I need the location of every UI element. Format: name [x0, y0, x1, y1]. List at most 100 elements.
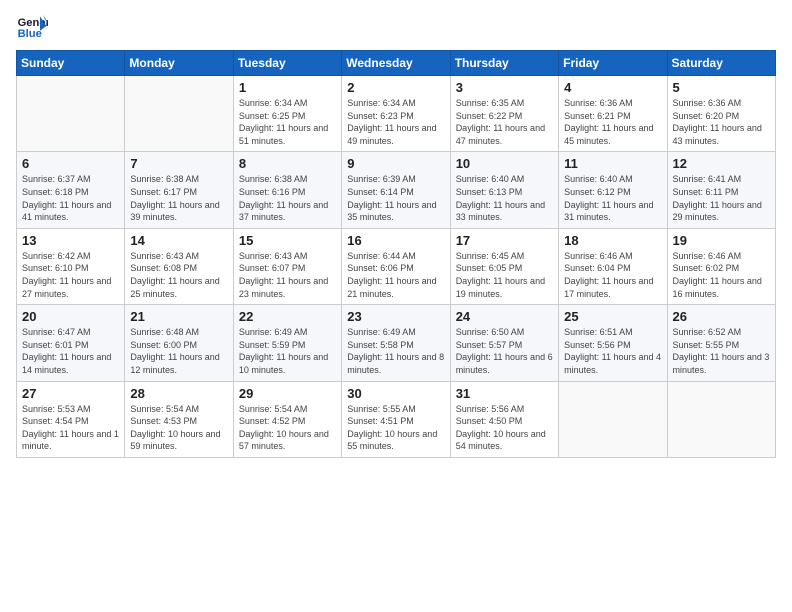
week-row-4: 20 Sunrise: 6:47 AMSunset: 6:01 PMDayligh…: [17, 305, 776, 381]
day-cell: 2Sunrise: 6:34 AMSunset: 6:23 PMDaylight…: [342, 76, 450, 152]
day-cell: [125, 76, 233, 152]
day-number: 6: [22, 156, 119, 171]
day-cell: [17, 76, 125, 152]
day-number: 13: [22, 233, 119, 248]
day-cell: 17 Sunrise: 6:45 AMSunset: 6:05 PMDayligh…: [450, 228, 558, 304]
weekday-header-wednesday: Wednesday: [342, 51, 450, 76]
day-info: Sunrise: 6:41 AMSunset: 6:11 PMDaylight:…: [673, 173, 770, 223]
day-info: Sunrise: 6:50 AMSunset: 5:57 PMDaylight:…: [456, 326, 553, 376]
day-number: 30: [347, 386, 444, 401]
day-info: Sunrise: 6:39 AMSunset: 6:14 PMDaylight:…: [347, 173, 444, 223]
day-info: Sunrise: 6:43 AMSunset: 6:08 PMDaylight:…: [130, 250, 227, 300]
weekday-header-friday: Friday: [559, 51, 667, 76]
week-row-2: 6 Sunrise: 6:37 AMSunset: 6:18 PMDaylight…: [17, 152, 776, 228]
day-number: 25: [564, 309, 661, 324]
svg-text:Blue: Blue: [18, 28, 42, 40]
day-number: 20: [22, 309, 119, 324]
day-number: 17: [456, 233, 553, 248]
weekday-header-saturday: Saturday: [667, 51, 775, 76]
weekday-header-thursday: Thursday: [450, 51, 558, 76]
weekday-header-sunday: Sunday: [17, 51, 125, 76]
day-cell: 4Sunrise: 6:36 AMSunset: 6:21 PMDaylight…: [559, 76, 667, 152]
day-number: 28: [130, 386, 227, 401]
day-number: 21: [130, 309, 227, 324]
day-cell: 5 Sunrise: 6:36 AMSunset: 6:20 PMDaylight…: [667, 76, 775, 152]
day-info: Sunrise: 6:40 AMSunset: 6:12 PMDaylight:…: [564, 173, 661, 223]
day-info: Sunrise: 5:55 AMSunset: 4:51 PMDaylight:…: [347, 403, 444, 453]
day-info: Sunrise: 6:40 AMSunset: 6:13 PMDaylight:…: [456, 173, 553, 223]
logo-icon: General Blue: [16, 10, 48, 42]
day-number: 15: [239, 233, 336, 248]
day-number: 11: [564, 156, 661, 171]
day-number: 16: [347, 233, 444, 248]
day-cell: 14 Sunrise: 6:43 AMSunset: 6:08 PMDayligh…: [125, 228, 233, 304]
calendar-page: General Blue SundayMondayTuesdayWednesda…: [0, 0, 792, 612]
day-info: Sunrise: 6:35 AMSunset: 6:22 PMDaylight:…: [456, 97, 553, 147]
day-cell: 20 Sunrise: 6:47 AMSunset: 6:01 PMDayligh…: [17, 305, 125, 381]
day-info: Sunrise: 6:43 AMSunset: 6:07 PMDaylight:…: [239, 250, 336, 300]
day-cell: 11 Sunrise: 6:40 AMSunset: 6:12 PMDayligh…: [559, 152, 667, 228]
day-number: 2: [347, 80, 444, 95]
day-cell: [667, 381, 775, 457]
day-info: Sunrise: 6:46 AMSunset: 6:04 PMDaylight:…: [564, 250, 661, 300]
day-number: 7: [130, 156, 227, 171]
day-cell: 25Sunrise: 6:51 AMSunset: 5:56 PMDayligh…: [559, 305, 667, 381]
day-cell: 31Sunrise: 5:56 AMSunset: 4:50 PMDayligh…: [450, 381, 558, 457]
day-info: Sunrise: 6:45 AMSunset: 6:05 PMDaylight:…: [456, 250, 553, 300]
day-info: Sunrise: 6:38 AMSunset: 6:17 PMDaylight:…: [130, 173, 227, 223]
logo: General Blue: [16, 10, 52, 42]
day-info: Sunrise: 6:42 AMSunset: 6:10 PMDaylight:…: [22, 250, 119, 300]
day-cell: 23Sunrise: 6:49 AMSunset: 5:58 PMDayligh…: [342, 305, 450, 381]
day-cell: 3 Sunrise: 6:35 AMSunset: 6:22 PMDaylight…: [450, 76, 558, 152]
day-number: 18: [564, 233, 661, 248]
day-cell: [559, 381, 667, 457]
day-info: Sunrise: 5:53 AMSunset: 4:54 PMDaylight:…: [22, 403, 119, 453]
day-info: Sunrise: 6:38 AMSunset: 6:16 PMDaylight:…: [239, 173, 336, 223]
day-number: 31: [456, 386, 553, 401]
day-number: 12: [673, 156, 770, 171]
day-number: 3: [456, 80, 553, 95]
day-cell: 6 Sunrise: 6:37 AMSunset: 6:18 PMDaylight…: [17, 152, 125, 228]
day-cell: 27Sunrise: 5:53 AMSunset: 4:54 PMDayligh…: [17, 381, 125, 457]
day-number: 19: [673, 233, 770, 248]
day-info: Sunrise: 6:52 AMSunset: 5:55 PMDaylight:…: [673, 326, 770, 376]
day-cell: 7 Sunrise: 6:38 AMSunset: 6:17 PMDaylight…: [125, 152, 233, 228]
day-number: 8: [239, 156, 336, 171]
day-cell: 28Sunrise: 5:54 AMSunset: 4:53 PMDayligh…: [125, 381, 233, 457]
day-cell: 24 Sunrise: 6:50 AMSunset: 5:57 PMDayligh…: [450, 305, 558, 381]
day-number: 14: [130, 233, 227, 248]
day-info: Sunrise: 6:47 AMSunset: 6:01 PMDaylight:…: [22, 326, 119, 376]
day-info: Sunrise: 6:48 AMSunset: 6:00 PMDaylight:…: [130, 326, 227, 376]
day-number: 26: [673, 309, 770, 324]
day-cell: 30 Sunrise: 5:55 AMSunset: 4:51 PMDayligh…: [342, 381, 450, 457]
day-number: 10: [456, 156, 553, 171]
day-info: Sunrise: 6:36 AMSunset: 6:20 PMDaylight:…: [673, 97, 770, 147]
calendar-table: SundayMondayTuesdayWednesdayThursdayFrid…: [16, 50, 776, 458]
day-info: Sunrise: 6:44 AMSunset: 6:06 PMDaylight:…: [347, 250, 444, 300]
day-cell: 19 Sunrise: 6:46 AMSunset: 6:02 PMDayligh…: [667, 228, 775, 304]
day-info: Sunrise: 5:54 AMSunset: 4:52 PMDaylight:…: [239, 403, 336, 453]
day-cell: 21 Sunrise: 6:48 AMSunset: 6:00 PMDayligh…: [125, 305, 233, 381]
day-cell: 16 Sunrise: 6:44 AMSunset: 6:06 PMDayligh…: [342, 228, 450, 304]
day-cell: 26 Sunrise: 6:52 AMSunset: 5:55 PMDayligh…: [667, 305, 775, 381]
week-row-5: 27Sunrise: 5:53 AMSunset: 4:54 PMDayligh…: [17, 381, 776, 457]
day-cell: 15 Sunrise: 6:43 AMSunset: 6:07 PMDayligh…: [233, 228, 341, 304]
day-cell: 1Sunrise: 6:34 AMSunset: 6:25 PMDaylight…: [233, 76, 341, 152]
header: General Blue: [16, 10, 776, 42]
day-number: 4: [564, 80, 661, 95]
day-cell: 9 Sunrise: 6:39 AMSunset: 6:14 PMDaylight…: [342, 152, 450, 228]
day-cell: 29 Sunrise: 5:54 AMSunset: 4:52 PMDayligh…: [233, 381, 341, 457]
day-cell: 22Sunrise: 6:49 AMSunset: 5:59 PMDayligh…: [233, 305, 341, 381]
day-cell: 10 Sunrise: 6:40 AMSunset: 6:13 PMDayligh…: [450, 152, 558, 228]
day-number: 9: [347, 156, 444, 171]
day-info: Sunrise: 6:46 AMSunset: 6:02 PMDaylight:…: [673, 250, 770, 300]
day-cell: 13 Sunrise: 6:42 AMSunset: 6:10 PMDayligh…: [17, 228, 125, 304]
day-number: 29: [239, 386, 336, 401]
weekday-header-monday: Monday: [125, 51, 233, 76]
day-number: 1: [239, 80, 336, 95]
day-cell: 8 Sunrise: 6:38 AMSunset: 6:16 PMDaylight…: [233, 152, 341, 228]
day-number: 24: [456, 309, 553, 324]
day-info: Sunrise: 6:37 AMSunset: 6:18 PMDaylight:…: [22, 173, 119, 223]
day-number: 22: [239, 309, 336, 324]
day-number: 5: [673, 80, 770, 95]
